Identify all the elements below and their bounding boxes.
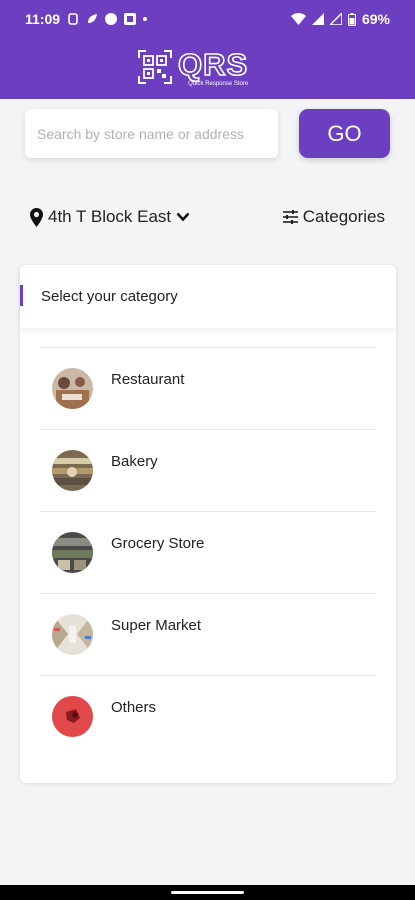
status-time: 11:09 xyxy=(25,11,61,27)
category-label: Bakery xyxy=(111,453,158,470)
category-item-others[interactable]: Others xyxy=(40,675,376,757)
signal-icon-2 xyxy=(329,13,342,25)
brand-logo: QRS Quick Response Store xyxy=(138,47,249,92)
category-item-bakery[interactable]: Bakery xyxy=(40,429,376,511)
category-item-super-market[interactable]: Super Market xyxy=(40,593,376,675)
battery-icon xyxy=(347,12,356,26)
signal-icon xyxy=(311,13,324,25)
status-bar: 11:09 69% xyxy=(0,0,415,38)
system-nav-bar xyxy=(0,885,415,900)
categories-label: Categories xyxy=(302,207,385,226)
category-label: Grocery Store xyxy=(111,535,205,552)
panel-title: Select your category xyxy=(41,288,178,305)
home-gesture-handle[interactable] xyxy=(171,891,244,894)
qr-code-icon xyxy=(138,50,172,84)
others-photo-icon xyxy=(52,696,93,737)
circle-icon xyxy=(105,13,118,25)
categories-filter-button[interactable]: Categories xyxy=(282,205,385,229)
battery-percent: 69% xyxy=(361,11,390,27)
grocery-photo-icon xyxy=(52,532,93,573)
wifi-icon xyxy=(290,13,306,25)
notification-icon xyxy=(68,13,78,25)
category-list: Restaurant Bakery Grocery Store Super Ma… xyxy=(40,347,376,757)
search-box xyxy=(25,109,278,158)
category-item-grocery-store[interactable]: Grocery Store xyxy=(40,511,376,593)
bakery-photo-icon xyxy=(52,450,93,491)
leaf-icon xyxy=(88,14,98,23)
chevron-down-icon xyxy=(176,212,190,222)
brand-name: QRS xyxy=(177,47,249,82)
location-selector[interactable]: 4th T Block East xyxy=(30,205,190,229)
location-pin-icon xyxy=(30,207,43,227)
dot-icon xyxy=(143,17,148,21)
app-header: 11:09 69% QRS Quick Response Store xyxy=(0,0,415,99)
search-input[interactable] xyxy=(37,125,278,142)
location-label: 4th T Block East xyxy=(48,207,172,226)
brand-tagline: Quick Response Store xyxy=(188,81,249,87)
category-item-restaurant[interactable]: Restaurant xyxy=(40,347,376,429)
go-button[interactable]: GO xyxy=(299,109,390,158)
category-label: Others xyxy=(111,699,157,716)
category-label: Restaurant xyxy=(111,371,185,388)
panel-header: Select your category xyxy=(20,265,396,328)
accent-bar xyxy=(20,285,23,306)
image-icon xyxy=(124,13,137,25)
supermarket-photo-icon xyxy=(52,614,93,655)
restaurant-photo-icon xyxy=(52,368,93,409)
category-label: Super Market xyxy=(111,617,202,634)
sliders-icon xyxy=(282,210,298,224)
category-panel: Select your category Restaurant Bakery G… xyxy=(20,265,396,783)
